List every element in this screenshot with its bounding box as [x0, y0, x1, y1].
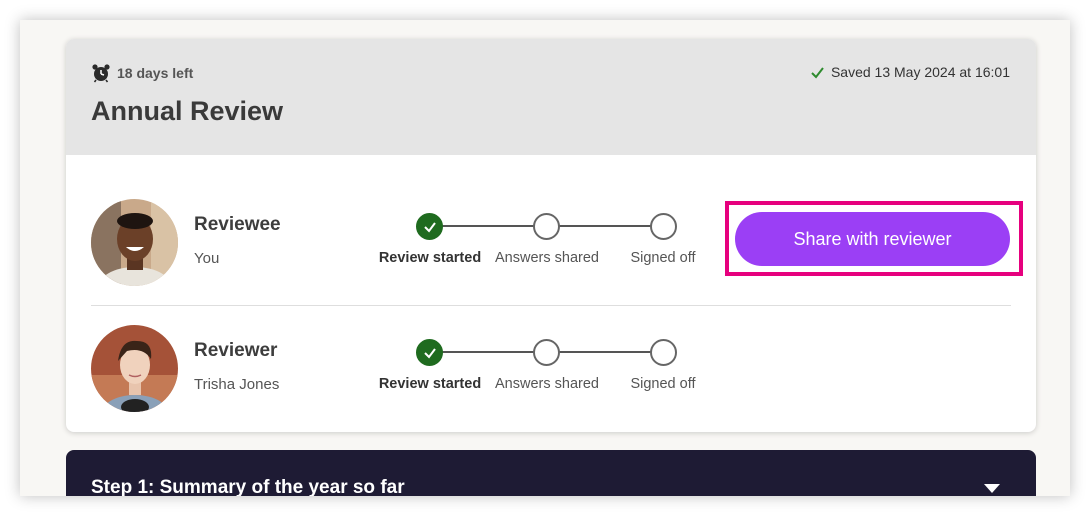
progress-tracker: Review started Answers shared Signed off	[371, 335, 711, 405]
step-label: Signed off	[630, 250, 696, 266]
progress-connector	[442, 225, 544, 227]
progress-connector	[559, 351, 661, 353]
avatar	[91, 199, 178, 286]
step-1-accordion[interactable]: Step 1: Summary of the year so far	[66, 450, 1036, 496]
step-title: Step 1: Summary of the year so far	[91, 477, 405, 496]
step-label: Review started	[378, 376, 482, 392]
review-header: 18 days left Annual Review Saved 13 May …	[66, 39, 1036, 155]
deadline-text: 18 days left	[117, 65, 194, 81]
step-label: Answers shared	[495, 250, 599, 266]
check-icon	[423, 347, 436, 359]
participant-name: You	[194, 250, 220, 267]
step-indicator-done	[416, 339, 443, 366]
step-indicator	[533, 213, 560, 240]
step-label: Review started	[378, 250, 482, 266]
step-label: Answers shared	[495, 376, 599, 392]
progress-tracker: Review started Answers shared Signed off	[371, 209, 711, 279]
step-indicator	[533, 339, 560, 366]
page-title: Annual Review	[91, 96, 284, 126]
participant-role: Reviewer	[194, 340, 278, 361]
saved-text: Saved 13 May 2024 at 16:01	[830, 64, 1010, 80]
progress-connector	[559, 225, 661, 227]
alarm-clock-icon	[91, 63, 111, 83]
participant-row-reviewer: Reviewer Trisha Jones Review started Ans…	[91, 325, 1011, 415]
step-indicator-done	[416, 213, 443, 240]
participant-role: Reviewee	[194, 214, 281, 235]
step-indicator	[650, 213, 677, 240]
check-icon	[810, 65, 825, 80]
deadline-indicator: 18 days left	[91, 63, 193, 83]
progress-connector	[442, 351, 544, 353]
step-indicator	[650, 339, 677, 366]
avatar	[91, 325, 178, 412]
review-card: 18 days left Annual Review Saved 13 May …	[66, 39, 1036, 432]
participant-name: Trisha Jones	[194, 376, 280, 393]
saved-status: Saved 13 May 2024 at 16:01	[810, 64, 1010, 80]
caret-down-icon[interactable]	[984, 484, 1000, 493]
app-frame: 18 days left Annual Review Saved 13 May …	[20, 20, 1070, 496]
check-icon	[423, 221, 436, 233]
divider	[91, 305, 1011, 306]
share-with-reviewer-button[interactable]: Share with reviewer	[735, 212, 1010, 266]
step-label: Signed off	[630, 376, 696, 392]
